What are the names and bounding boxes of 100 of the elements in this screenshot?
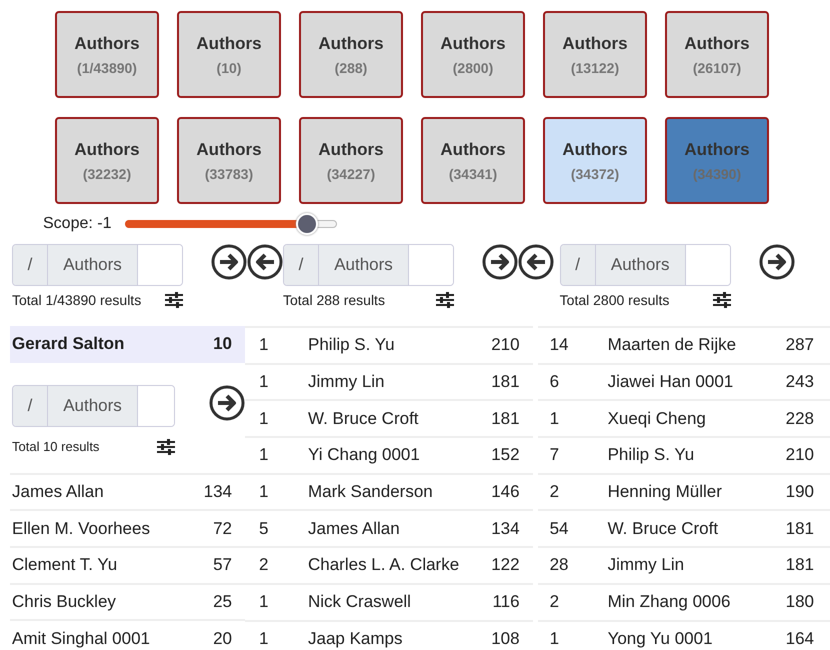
author-name: Yong Yu 0001 <box>606 628 714 649</box>
result-row[interactable]: 14 Maarten de Rijke 287 <box>538 326 830 363</box>
scope-label: Scope: -1 <box>43 215 112 233</box>
results-count: Total 288 results <box>283 292 385 308</box>
result-row[interactable]: 1 Jaap Kamps 108 <box>245 620 533 650</box>
author-name: Jiawei Han 0001 <box>606 372 734 392</box>
facet-node-button[interactable]: Authors (2800) <box>421 11 525 98</box>
author-name: James Allan <box>307 518 401 539</box>
author-name: Maarten de Rijke <box>606 335 738 356</box>
results-count: Total 1/43890 results <box>12 292 142 308</box>
paper-count: 181 <box>786 555 815 576</box>
overlap-count: 2 <box>548 592 560 612</box>
overlap-count: 1 <box>258 408 270 429</box>
result-row[interactable]: Amit Singhal 0001 20 <box>10 619 245 650</box>
author-name: Ellen M. Voorhees <box>11 518 151 539</box>
result-row[interactable]: Chris Buckley 25 <box>10 582 245 620</box>
result-row[interactable]: Ellen M. Voorhees 72 <box>10 509 245 546</box>
overlap-count: 1 <box>548 408 560 429</box>
overlap-count: 54 <box>548 518 570 539</box>
author-name: Charles L. A. Clarke <box>307 555 460 576</box>
overlap-count: 1 <box>258 445 270 466</box>
paper-count: 10 <box>213 334 233 354</box>
result-row[interactable]: 1 Jimmy Lin 181 <box>245 362 533 400</box>
overlap-count: 1 <box>258 628 270 649</box>
result-row[interactable]: 28 Jimmy Lin 181 <box>538 546 830 583</box>
paper-count: 152 <box>491 445 521 466</box>
result-row[interactable]: Clement T. Yu 57 <box>10 546 245 583</box>
facet-node-button[interactable]: Authors (34372) <box>543 117 647 204</box>
paper-count: 181 <box>491 408 521 429</box>
result-row[interactable]: James Allan 134 <box>10 472 245 510</box>
result-row[interactable]: 2 Min Zhang 0006 180 <box>538 582 830 620</box>
facet-node-button[interactable]: Authors (13122) <box>543 11 647 98</box>
filter-settings-icon[interactable] <box>165 292 183 308</box>
result-row[interactable]: 1 Philip S. Yu 210 <box>245 326 533 363</box>
overlap-count: 1 <box>258 372 270 392</box>
author-name: Henning Müller <box>606 482 723 502</box>
paper-count: 25 <box>213 592 233 612</box>
filter-settings-icon[interactable] <box>157 438 175 455</box>
path-prefix: / <box>13 386 48 426</box>
facet-dropdown[interactable]: Authors <box>596 245 686 285</box>
result-row[interactable]: 5 James Allan 134 <box>245 509 533 546</box>
overlap-count: 14 <box>548 335 570 356</box>
facet-dropdown[interactable]: Authors <box>48 386 138 426</box>
author-name: W. Bruce Croft <box>606 518 720 539</box>
facet-dropdown[interactable]: Authors <box>48 245 138 285</box>
overlap-count: 6 <box>548 372 560 392</box>
paper-count: 20 <box>213 628 233 649</box>
author-name: Jimmy Lin <box>606 555 686 576</box>
facet-node-button[interactable]: Authors (34341) <box>421 117 525 204</box>
path-prefix: / <box>284 245 319 285</box>
result-row[interactable]: 1 W. Bruce Croft 181 <box>245 399 533 436</box>
result-row[interactable]: 7 Philip S. Yu 210 <box>538 436 830 473</box>
result-row[interactable]: 1 Mark Sanderson 146 <box>245 472 533 510</box>
filter-settings-icon[interactable] <box>712 292 731 308</box>
paper-count: 146 <box>491 482 521 502</box>
facet-node-button[interactable]: Authors (26107) <box>665 11 769 98</box>
result-row[interactable]: 54 W. Bruce Croft 181 <box>538 509 830 546</box>
result-row[interactable]: 2 Henning Müller 190 <box>538 472 830 510</box>
filter-settings-icon[interactable] <box>436 292 454 308</box>
result-row[interactable]: Gerard Salton 10 <box>10 326 245 363</box>
author-name: Clement T. Yu <box>11 555 118 576</box>
facet-node-button[interactable]: Authors (32232) <box>55 117 159 204</box>
paper-count: 134 <box>491 518 521 539</box>
author-name: Min Zhang 0006 <box>606 592 732 612</box>
paper-count: 210 <box>786 445 815 466</box>
overlap-count: 2 <box>258 555 270 576</box>
facet-node-button[interactable]: Authors (34227) <box>299 117 403 204</box>
result-row[interactable]: 1 Yi Chang 0001 152 <box>245 436 533 473</box>
facet-dropdown[interactable]: Authors <box>319 245 409 285</box>
result-row[interactable]: 6 Jiawei Han 0001 243 <box>538 362 830 400</box>
author-name: W. Bruce Croft <box>307 408 420 429</box>
paper-count: 108 <box>491 628 521 649</box>
facet-node-button[interactable]: Authors (1/43890) <box>55 11 159 98</box>
result-row[interactable]: 1 Yong Yu 0001 164 <box>538 620 830 650</box>
result-row[interactable]: 1 Xueqi Cheng 228 <box>538 399 830 436</box>
paper-count: 122 <box>491 555 521 576</box>
paper-count: 190 <box>786 482 815 502</box>
facet-node-button[interactable]: Authors (33783) <box>177 117 281 204</box>
paper-count: 116 <box>492 592 521 612</box>
slider-thumb[interactable] <box>296 213 318 235</box>
overlap-count: 28 <box>548 555 570 576</box>
overlap-count: 1 <box>548 628 560 649</box>
path-prefix: / <box>560 245 596 285</box>
author-name: Philip S. Yu <box>606 445 696 466</box>
author-name: Mark Sanderson <box>307 482 434 502</box>
facet-node-button[interactable]: Authors (10) <box>177 11 281 98</box>
overlap-count: 1 <box>258 335 270 356</box>
paper-count: 228 <box>786 408 815 429</box>
author-name: Chris Buckley <box>11 592 117 612</box>
result-row[interactable]: 1 Nick Craswell 116 <box>245 582 533 620</box>
paper-count: 72 <box>213 518 233 539</box>
paper-count: 180 <box>786 592 815 612</box>
author-name: Jimmy Lin <box>307 372 386 392</box>
result-row[interactable]: 2 Charles L. A. Clarke 122 <box>245 546 533 583</box>
paper-count: 287 <box>786 335 815 356</box>
author-name: Xueqi Cheng <box>606 408 707 429</box>
facet-node-button[interactable]: Authors (288) <box>299 11 403 98</box>
results-count: Total 10 results <box>12 439 100 454</box>
paper-count: 210 <box>491 335 521 356</box>
author-name: Amit Singhal 0001 <box>11 628 151 649</box>
